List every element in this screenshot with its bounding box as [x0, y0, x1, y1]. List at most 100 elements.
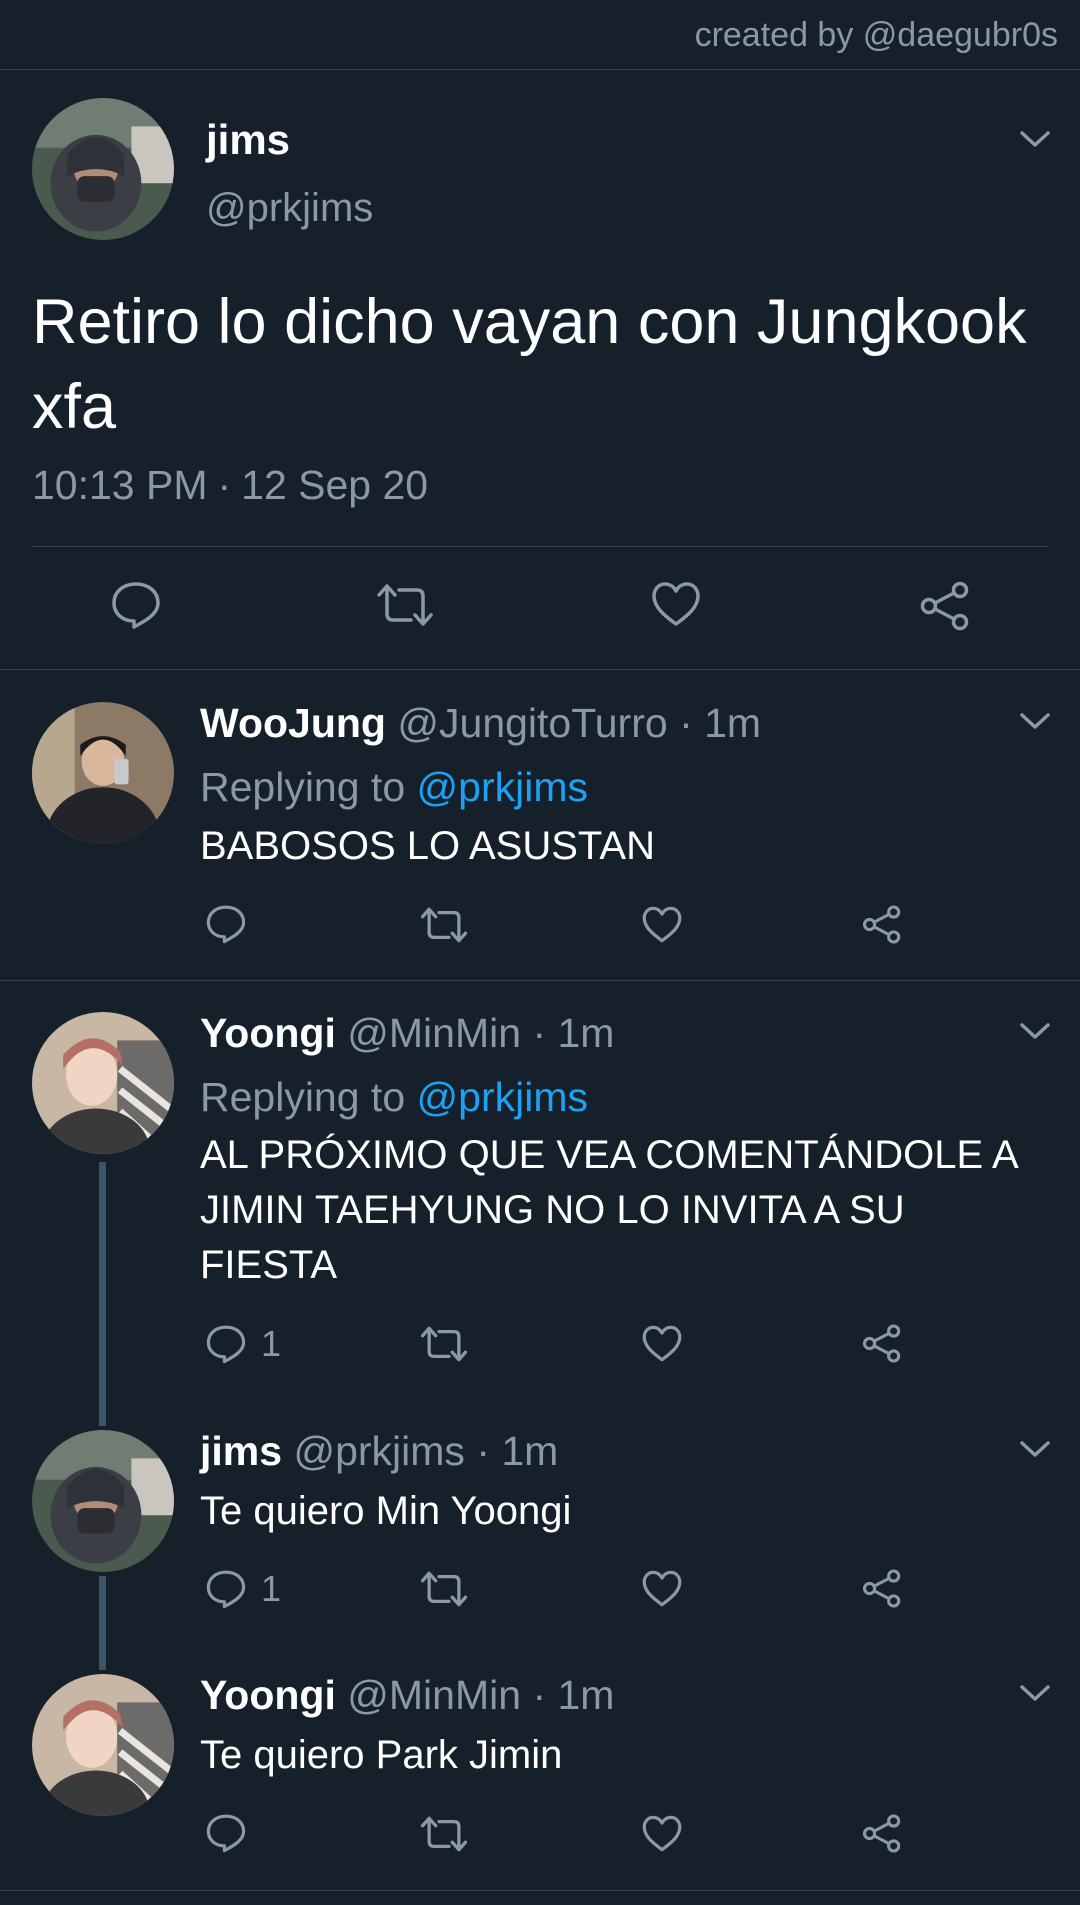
- main-tweet-timestamp: 10:13 PM · 12 Sep 20: [32, 462, 429, 508]
- main-tweet-date: 12 Sep 20: [241, 462, 429, 508]
- reply-time: 1m: [704, 700, 762, 746]
- reply-button[interactable]: 1: [205, 1323, 281, 1365]
- reply-count: 1: [261, 1323, 282, 1364]
- main-tweet-divider: [0, 669, 1080, 670]
- avatar-photo-jims: [32, 98, 174, 240]
- reply-header: jims @prkjims · 1m: [200, 1428, 558, 1475]
- top-divider: [0, 69, 1080, 70]
- main-tweet-avatar[interactable]: [32, 98, 174, 240]
- chevron-down-icon[interactable]: [1018, 128, 1052, 150]
- main-tweet-actions: [0, 574, 1080, 640]
- avatar-photo-yoongi: [32, 1012, 174, 1154]
- reply-author-name[interactable]: jims: [200, 1428, 282, 1474]
- like-button[interactable]: [641, 1814, 683, 1853]
- retweet-button[interactable]: [419, 906, 469, 944]
- retweet-button[interactable]: [419, 1815, 469, 1853]
- like-button[interactable]: [641, 905, 683, 944]
- reply-author-name[interactable]: Yoongi: [200, 1672, 336, 1718]
- like-icon: [642, 906, 682, 943]
- reply-header: Yoongi @MinMin · 1m: [200, 1672, 614, 1719]
- thread-connector-line: [99, 1576, 106, 1670]
- retweet-icon: [377, 584, 433, 626]
- share-button[interactable]: [861, 1813, 903, 1854]
- reply-header: WooJung @JungitoTurro · 1m: [200, 700, 761, 747]
- retweet-button[interactable]: [419, 1325, 469, 1363]
- like-icon: [642, 1570, 682, 1607]
- reply-button[interactable]: [205, 904, 261, 944]
- reply-avatar[interactable]: [32, 1430, 174, 1572]
- retweet-button[interactable]: [375, 582, 435, 628]
- main-tweet-inner-divider: [32, 546, 1048, 547]
- retweet-icon: [420, 1571, 468, 1607]
- separator-dot: ·: [679, 700, 693, 746]
- like-button[interactable]: [641, 1324, 683, 1363]
- reply-avatar[interactable]: [32, 1674, 174, 1816]
- share-button[interactable]: [861, 904, 903, 945]
- reply-button[interactable]: [205, 1813, 261, 1853]
- reply-text: Te quiero Min Yoongi: [200, 1489, 572, 1533]
- reply-author-handle[interactable]: @MinMin: [347, 1010, 521, 1056]
- reply-time: 1m: [557, 1672, 615, 1718]
- reply-icon: [206, 905, 246, 944]
- reply-text: AL PRÓXIMO QUE VEA COMENTÁNDOLE A JIMIN …: [200, 1133, 1017, 1287]
- creator-credit: created by @daegubr0s: [694, 16, 1058, 54]
- reply-icon: [206, 1325, 246, 1364]
- reply-time: 1m: [557, 1010, 615, 1056]
- chevron-down-icon[interactable]: [1018, 1438, 1052, 1460]
- replying-to-label: Replying to: [200, 1074, 406, 1120]
- chevron-down-icon[interactable]: [1018, 1682, 1052, 1704]
- avatar-photo-woojung: [32, 702, 174, 844]
- reply-icon: [112, 582, 160, 629]
- share-icon: [862, 905, 901, 944]
- reply-time: 1m: [501, 1428, 559, 1474]
- like-icon: [642, 1325, 682, 1362]
- main-tweet-name[interactable]: jims: [206, 116, 290, 164]
- share-button[interactable]: [861, 1323, 903, 1364]
- replying-to-mention[interactable]: @prkjims: [417, 764, 588, 810]
- reply-button[interactable]: [110, 580, 162, 630]
- reply-count: 1: [261, 1568, 282, 1609]
- share-icon: [862, 1814, 901, 1853]
- reply-text: BABOSOS LO ASUSTAN: [200, 824, 655, 868]
- share-button[interactable]: [861, 1568, 903, 1609]
- chevron-down-icon[interactable]: [1018, 1020, 1052, 1042]
- chevron-down-icon[interactable]: [1018, 710, 1052, 732]
- reply-author-name[interactable]: Yoongi: [200, 1010, 336, 1056]
- separator-dot: ·: [532, 1672, 547, 1718]
- bottom-divider: [0, 1890, 1080, 1891]
- like-button[interactable]: [650, 580, 702, 628]
- separator-dot: ·: [532, 1010, 547, 1056]
- reply-icon: [206, 1814, 246, 1853]
- share-icon: [920, 581, 969, 631]
- share-icon: [862, 1569, 901, 1608]
- avatar-photo-yoongi: [32, 1674, 174, 1816]
- reply-button[interactable]: 1: [205, 1568, 281, 1610]
- like-icon: [642, 1815, 682, 1852]
- reply-header: Yoongi @MinMin · 1m: [200, 1010, 614, 1057]
- reply-author-name[interactable]: WooJung: [200, 700, 386, 746]
- reply-divider: [0, 980, 1080, 981]
- reply-author-handle[interactable]: @MinMin: [347, 1672, 521, 1718]
- main-tweet-handle[interactable]: @prkjims: [206, 186, 373, 231]
- replying-to-line: Replying to @prkjims: [200, 764, 588, 811]
- reply-author-handle[interactable]: @prkjims: [293, 1428, 464, 1474]
- retweet-icon: [420, 1816, 468, 1852]
- main-tweet-time: 10:13 PM: [32, 462, 208, 508]
- avatar-photo-jims: [32, 1430, 174, 1572]
- reply-author-handle[interactable]: @JungitoTurro: [397, 700, 667, 746]
- replying-to-label: Replying to: [200, 764, 406, 810]
- replying-to-line: Replying to @prkjims: [200, 1074, 588, 1121]
- retweet-button[interactable]: [419, 1570, 469, 1608]
- separator-dot: ·: [476, 1428, 490, 1474]
- like-icon: [652, 582, 700, 626]
- main-tweet-text: Retiro lo dicho vayan con Jungkook xfa: [32, 287, 1027, 442]
- like-button[interactable]: [641, 1569, 683, 1608]
- replying-to-mention[interactable]: @prkjims: [417, 1074, 588, 1120]
- reply-text: Te quiero Park Jimin: [200, 1733, 563, 1777]
- share-icon: [862, 1324, 901, 1363]
- reply-avatar[interactable]: [32, 1012, 174, 1154]
- reply-avatar[interactable]: [32, 702, 174, 844]
- thread-connector-line: [99, 1162, 106, 1426]
- share-button[interactable]: [918, 580, 972, 632]
- retweet-icon: [420, 907, 468, 943]
